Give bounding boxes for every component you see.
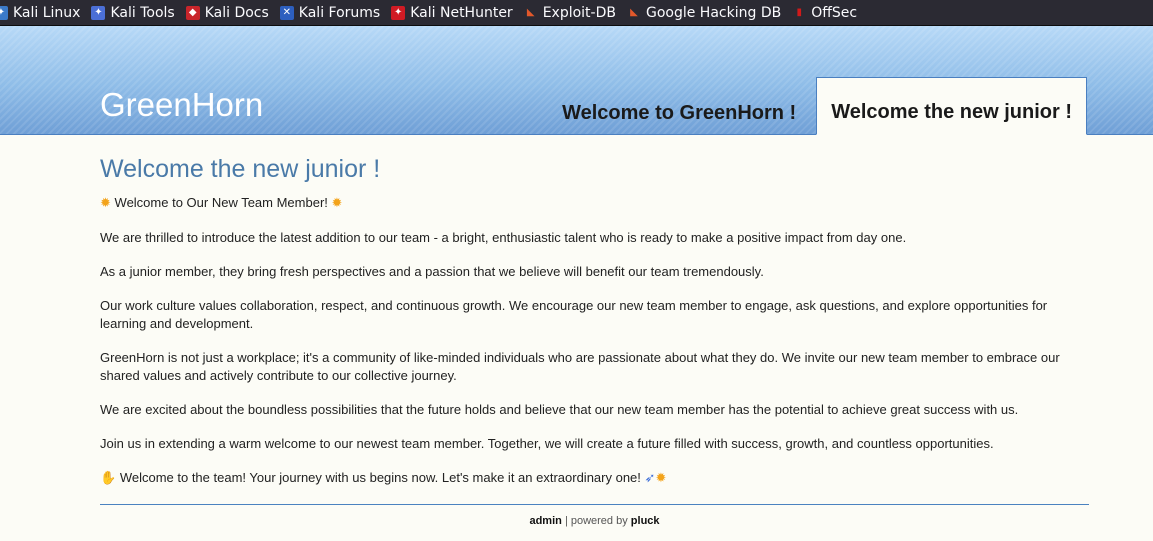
ghdb-icon: ◣ [630, 7, 638, 18]
main-content: Welcome the new junior ! ✹ Welcome to Ou… [100, 134, 1089, 527]
closing-line: ✋ Welcome to the team! Your journey with… [100, 469, 1089, 488]
paragraph: Join us in extending a warm welcome to o… [100, 436, 994, 451]
paragraph: We are thrilled to introduce the latest … [100, 230, 907, 245]
bookmark-label: Kali Forums [298, 4, 381, 21]
closing-text: Welcome to the team! Your journey with u… [119, 470, 641, 485]
bookmark-label: Kali NetHunter [410, 4, 513, 21]
kali-dragon-icon: ✦ [0, 5, 8, 20]
bookmark-kali-linux[interactable]: ✦ Kali Linux [0, 5, 80, 21]
admin-link[interactable]: admin [529, 515, 561, 527]
paragraph: Our work culture values collaboration, r… [100, 298, 1048, 331]
bookmarks-toolbar: ✦ Kali Linux ✦ Kali Tools ◆ Kali Docs ✕ … [0, 0, 1153, 26]
star-icon: ✹ [655, 471, 667, 486]
paragraph: GreenHorn is not just a workplace; it's … [100, 350, 1060, 383]
footer: admin | powered by pluck [100, 515, 1089, 527]
bookmark-kali-forums[interactable]: ✕ Kali Forums [279, 4, 381, 21]
bookmark-kali-nethunter[interactable]: ✦ Kali NetHunter [391, 4, 513, 21]
star-icon: ✹ [331, 196, 343, 211]
bookmark-exploit-db[interactable]: ◣ Exploit-DB [524, 5, 616, 21]
nav-tabs: Welcome to GreenHorn ! Welcome the new j… [542, 77, 1087, 135]
clapping-hands-icon: ✋ [100, 471, 117, 486]
bookmark-label: Kali Tools [110, 4, 175, 21]
intro-text: Welcome to Our New Team Member! [114, 195, 328, 210]
page-title: Welcome the new junior ! [100, 155, 381, 183]
site-title[interactable]: GreenHorn [100, 86, 263, 124]
site-header: GreenHorn Welcome to GreenHorn ! Welcome… [0, 26, 1153, 135]
bookmark-label: Kali Linux [13, 4, 81, 21]
bookmark-label: OffSec [811, 4, 858, 21]
star-icon: ✹ [100, 196, 111, 211]
bookmark-label: Google Hacking DB [645, 4, 782, 21]
kali-tools-icon: ✦ [91, 5, 106, 20]
paragraph: As a junior member, they bring fresh per… [100, 264, 764, 279]
intro-line: ✹ Welcome to Our New Team Member! ✹ [100, 194, 1089, 213]
tab-welcome-to-greenhorn[interactable]: Welcome to GreenHorn ! [550, 89, 808, 135]
kali-nethunter-icon: ✦ [391, 5, 406, 20]
kali-forums-icon: ✕ [279, 5, 294, 20]
paragraph: We are excited about the boundless possi… [100, 402, 1019, 417]
bookmark-label: Exploit-DB [542, 4, 616, 21]
rocket-icon: ➶ [644, 471, 656, 486]
bookmark-offsec[interactable]: ▮ OffSec [792, 5, 857, 21]
offsec-icon: ▮ [796, 7, 802, 18]
pluck-link[interactable]: pluck [631, 515, 660, 527]
kali-docs-icon: ◆ [185, 5, 200, 20]
footer-divider [100, 504, 1089, 505]
footer-separator: | powered by [564, 515, 628, 527]
bookmark-kali-tools[interactable]: ✦ Kali Tools [91, 4, 175, 21]
bookmark-label: Kali Docs [204, 4, 269, 21]
exploit-db-icon: ◣ [526, 7, 535, 18]
bookmark-google-hacking-db[interactable]: ◣ Google Hacking DB [627, 5, 781, 21]
tab-welcome-new-junior[interactable]: Welcome the new junior ! [816, 77, 1087, 135]
bookmark-kali-docs[interactable]: ◆ Kali Docs [185, 4, 269, 21]
